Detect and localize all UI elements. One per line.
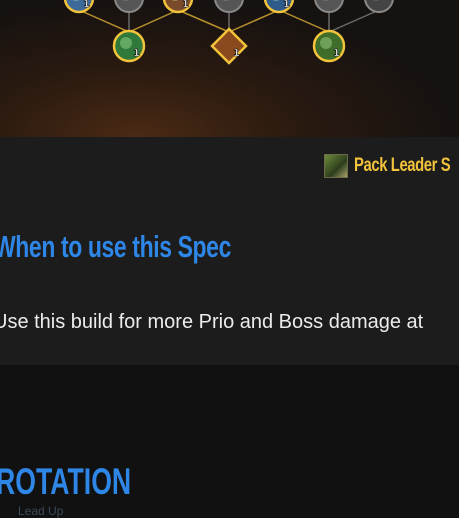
claw-icon[interactable] xyxy=(314,0,344,13)
crossbow-icon[interactable]: 1 xyxy=(210,27,248,65)
talent-tree-graph: 1 1 1 1 1 1 xyxy=(63,0,394,65)
tree-link xyxy=(278,9,330,33)
rotation-subtext: Lead Up xyxy=(18,504,64,518)
rank-label: 1 xyxy=(283,0,290,10)
paw-icon[interactable] xyxy=(214,0,244,13)
rotation-heading: ROTATION xyxy=(0,461,132,502)
tree-link xyxy=(328,9,380,33)
talent-link[interactable]: Pack Leader S xyxy=(324,153,459,179)
beast-icon[interactable]: 1 xyxy=(162,0,194,14)
talent-tree-panel: 1 1 1 1 1 1 xyxy=(0,0,459,137)
hawk-icon[interactable]: 1 xyxy=(263,0,295,14)
rank-label: 1 xyxy=(333,48,340,59)
tree-link xyxy=(228,9,280,33)
tree-link xyxy=(128,9,179,33)
shadow-icon[interactable] xyxy=(364,0,394,13)
rank-label: 1 xyxy=(133,48,140,59)
rank-label: 1 xyxy=(83,0,90,10)
talent-link-label[interactable]: Pack Leader S xyxy=(354,155,451,177)
section-heading: When to use this Spec xyxy=(0,229,231,264)
trap-icon[interactable] xyxy=(114,0,144,13)
poison-icon[interactable]: 1 xyxy=(112,29,146,63)
rank-label: 1 xyxy=(233,48,240,59)
tree-link xyxy=(78,9,130,33)
rank-label: 1 xyxy=(182,0,189,10)
pack-leader-icon xyxy=(324,154,348,178)
tree-link xyxy=(177,9,230,33)
frost-arrow-icon[interactable]: 1 xyxy=(63,0,95,14)
section-paragraph: Use this build for more Prio and Boss da… xyxy=(0,311,424,333)
wyvern-icon[interactable]: 1 xyxy=(312,29,346,63)
